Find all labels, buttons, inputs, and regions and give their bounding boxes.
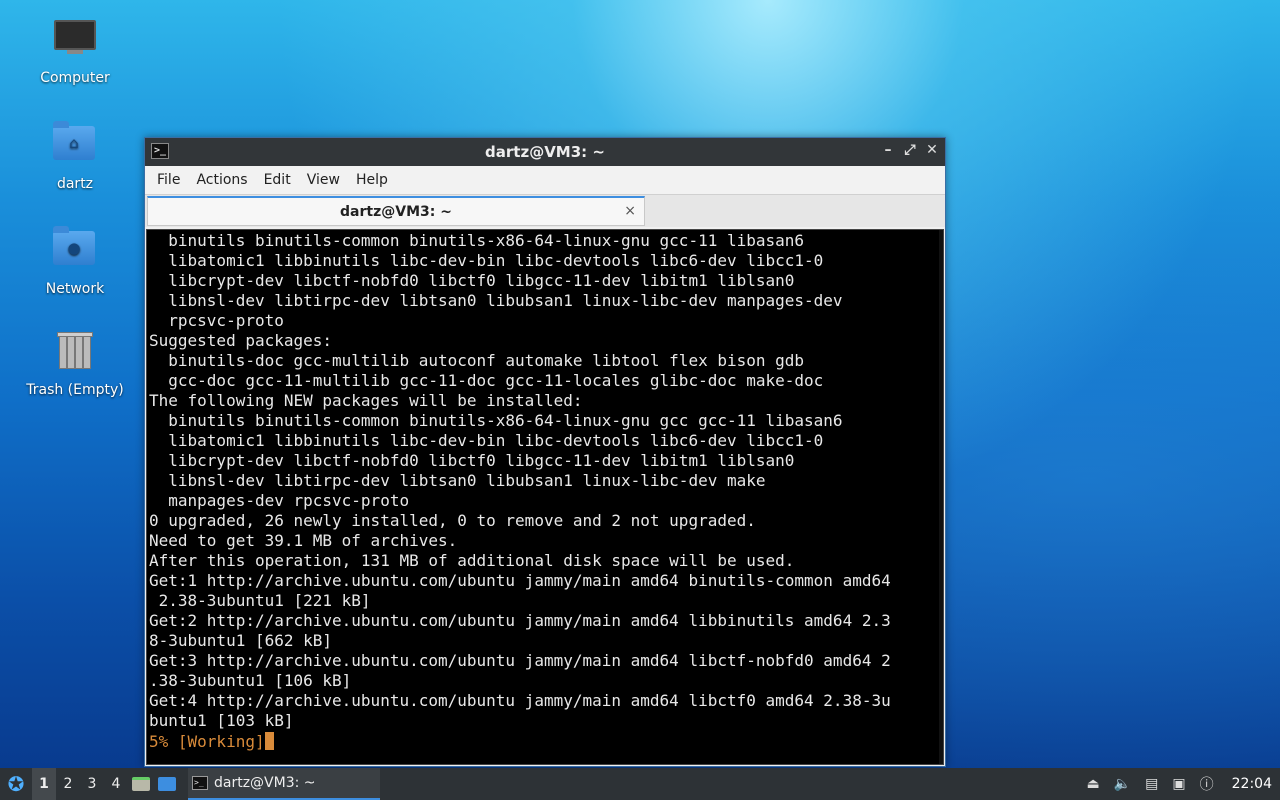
terminal-line: Get:4 http://archive.ubuntu.com/ubuntu j…: [149, 691, 891, 710]
clock[interactable]: 22:04: [1232, 776, 1272, 792]
terminal-output[interactable]: binutils binutils-common binutils-x86-64…: [146, 229, 944, 765]
terminal-line: .38-3ubuntu1 [106 kB]: [149, 671, 352, 690]
terminal-window: >_ dartz@VM3: ~ – ⤢ ✕ File Actions Edit …: [144, 137, 946, 767]
desktop-icon-computer[interactable]: Computer: [20, 16, 130, 86]
workspace-1[interactable]: 1: [32, 768, 56, 800]
terminal-line: After this operation, 131 MB of addition…: [149, 551, 795, 570]
eject-icon[interactable]: ⏏: [1087, 776, 1100, 792]
terminal-line: libatomic1 libbinutils libc-dev-bin libc…: [149, 251, 824, 270]
app-menu-icon[interactable]: ✪: [0, 768, 32, 800]
menu-actions[interactable]: Actions: [188, 172, 255, 188]
trash-icon: [53, 332, 97, 376]
window-titlebar[interactable]: >_ dartz@VM3: ~ – ⤢ ✕: [145, 138, 945, 166]
progress-status: 5% [Working]: [149, 732, 265, 751]
tab-bar: dartz@VM3: ~ ×: [145, 194, 945, 227]
tab-label: dartz@VM3: ~: [340, 203, 452, 220]
file-manager-icon[interactable]: [128, 768, 154, 800]
terminal-line: Get:1 http://archive.ubuntu.com/ubuntu j…: [149, 571, 891, 590]
network-icon[interactable]: ▣: [1172, 776, 1185, 792]
window-title: dartz@VM3: ~: [485, 143, 605, 161]
update-notification-icon[interactable]: ⓘ: [1200, 774, 1214, 794]
terminal-text: binutils binutils-common binutils-x86-64…: [149, 231, 943, 731]
desktop-icon-trash[interactable]: Trash (Empty): [20, 330, 130, 398]
minimize-button[interactable]: –: [881, 142, 895, 158]
task-label: dartz@VM3: ~: [214, 775, 316, 791]
network-folder-icon: ●: [53, 226, 97, 275]
terminal-line: manpages-dev rpcsvc-proto: [149, 491, 410, 510]
tab-close-icon[interactable]: ×: [624, 203, 636, 219]
terminal-line: 8-3ubuntu1 [662 kB]: [149, 631, 333, 650]
menu-edit[interactable]: Edit: [256, 172, 299, 188]
desktop-icon-label: dartz: [56, 176, 94, 192]
clipboard-icon[interactable]: ▤: [1145, 776, 1158, 792]
volume-icon[interactable]: 🔈: [1114, 776, 1131, 792]
maximize-button[interactable]: ⤢: [903, 142, 917, 158]
terminal-line: Suggested packages:: [149, 331, 333, 350]
desktop-icon-label: Computer: [40, 70, 110, 86]
terminal-line: libcrypt-dev libctf-nobfd0 libctf0 libgc…: [149, 451, 795, 470]
show-desktop-icon[interactable]: [154, 768, 180, 800]
terminal-line: libcrypt-dev libctf-nobfd0 libctf0 libgc…: [149, 271, 795, 290]
terminal-line: Need to get 39.1 MB of archives.: [149, 531, 458, 550]
terminal-line: Get:2 http://archive.ubuntu.com/ubuntu j…: [149, 611, 891, 630]
menu-view[interactable]: View: [299, 172, 348, 188]
system-tray: ⏏ 🔈 ▤ ▣ ⓘ 22:04: [1087, 768, 1280, 800]
scrollbar[interactable]: [939, 230, 943, 764]
workspace-2[interactable]: 2: [56, 768, 80, 800]
terminal-line: 2.38-3ubuntu1 [221 kB]: [149, 591, 371, 610]
menu-help[interactable]: Help: [348, 172, 396, 188]
menu-file[interactable]: File: [149, 172, 188, 188]
desktop-icon-label: Trash (Empty): [26, 382, 124, 398]
terminal-line: binutils binutils-common binutils-x86-64…: [149, 231, 805, 250]
terminal-icon: >_: [151, 143, 169, 159]
desktop-icon-home[interactable]: ⌂ dartz: [20, 120, 130, 192]
terminal-line: buntu1 [103 kB]: [149, 711, 294, 730]
terminal-line: 0 upgraded, 26 newly installed, 0 to rem…: [149, 511, 756, 530]
taskbar-task-terminal[interactable]: >_ dartz@VM3: ~: [188, 768, 380, 800]
desktop-icon-network[interactable]: ● Network: [20, 225, 130, 297]
terminal-line: Get:3 http://archive.ubuntu.com/ubuntu j…: [149, 651, 891, 670]
desktop-icon-label: Network: [45, 281, 105, 297]
menubar: File Actions Edit View Help: [145, 166, 945, 194]
computer-icon: [53, 20, 97, 64]
terminal-line: The following NEW packages will be insta…: [149, 391, 583, 410]
terminal-line: libnsl-dev libtirpc-dev libtsan0 libubsa…: [149, 291, 843, 310]
terminal-line: binutils binutils-common binutils-x86-64…: [149, 411, 843, 430]
terminal-icon: >_: [192, 776, 208, 790]
terminal-line: binutils-doc gcc-multilib autoconf autom…: [149, 351, 805, 370]
tab-terminal[interactable]: dartz@VM3: ~ ×: [147, 196, 645, 226]
home-folder-icon: ⌂: [53, 121, 97, 170]
terminal-line: gcc-doc gcc-11-multilib gcc-11-doc gcc-1…: [149, 371, 824, 390]
taskbar: ✪ 1 2 3 4 >_ dartz@VM3: ~ ⏏ 🔈 ▤ ▣ ⓘ 22:0…: [0, 768, 1280, 800]
terminal-line: libnsl-dev libtirpc-dev libtsan0 libubsa…: [149, 471, 766, 490]
close-button[interactable]: ✕: [925, 142, 939, 158]
terminal-line: rpcsvc-proto: [149, 311, 284, 330]
workspace-3[interactable]: 3: [80, 768, 104, 800]
terminal-line: libatomic1 libbinutils libc-dev-bin libc…: [149, 431, 824, 450]
terminal-cursor: [264, 732, 274, 750]
workspace-4[interactable]: 4: [104, 768, 128, 800]
